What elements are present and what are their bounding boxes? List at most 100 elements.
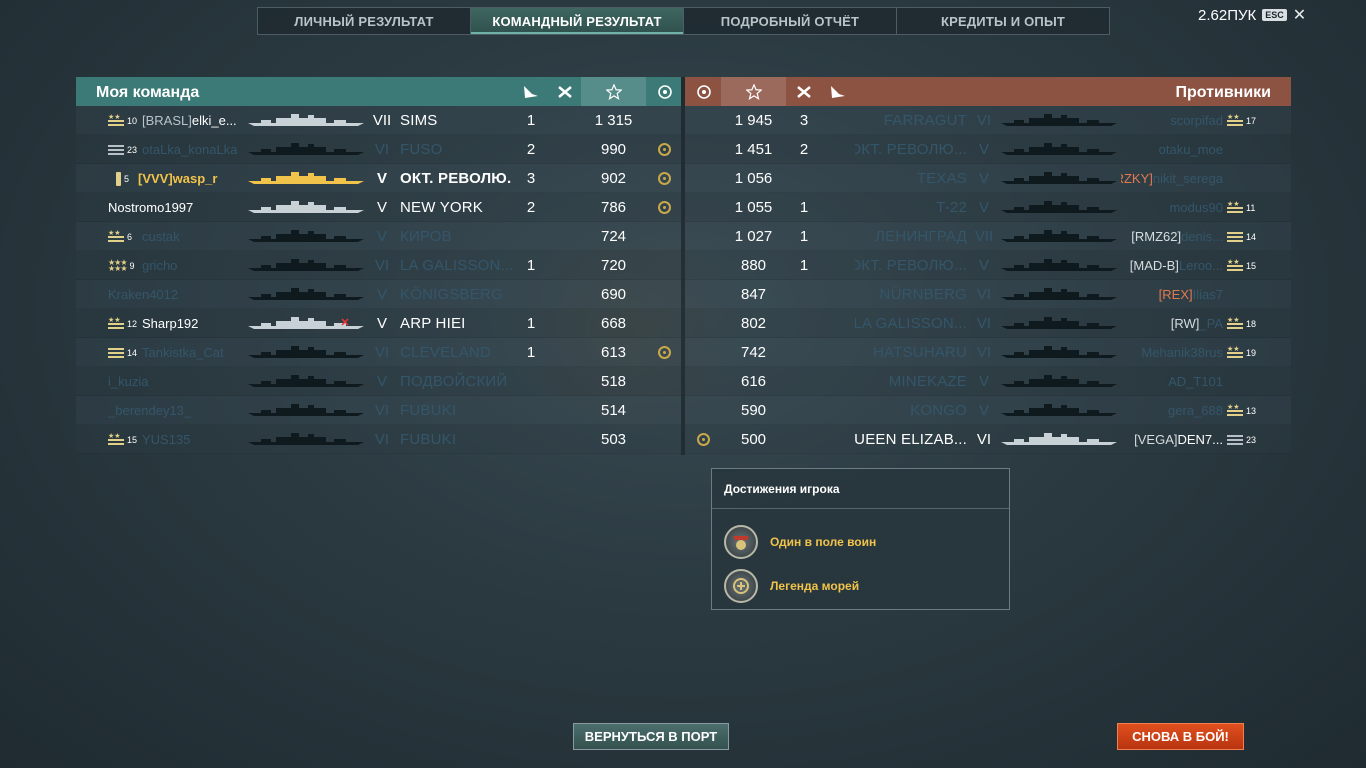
medal-icon[interactable] [648, 164, 681, 193]
plane-kills [789, 164, 819, 193]
close-icon[interactable]: ✕ [1293, 5, 1306, 25]
table-row[interactable]: 14 Tankistka_Cat VI CLEVELAND 1 613 [76, 338, 681, 367]
enemy-team-header: Противники [685, 77, 1291, 106]
achievement-item[interactable]: Легенда морей [724, 569, 859, 603]
achievements-panel: Достижения игрока Один в поле воин Леген… [711, 468, 1010, 610]
player-name[interactable]: [DRZKY]nikit_serega [1121, 164, 1223, 193]
ship-kills [823, 280, 853, 309]
ship-kill-icon[interactable] [516, 77, 546, 106]
table-row[interactable]: 616 MINEKAZE V AD_T101 [685, 367, 1291, 396]
player-name[interactable]: scorpifad [1121, 106, 1223, 135]
table-row[interactable]: 1 945 3 FARRAGUT VI scorpifad ★★ 17 [685, 106, 1291, 135]
tab-credits-xp[interactable]: КРЕДИТЫ И ОПЫТ [897, 8, 1109, 34]
player-name[interactable]: Nostromo1997 [108, 193, 240, 222]
player-name[interactable]: [RW] _PA [1121, 309, 1223, 338]
table-row[interactable]: 742 HATSUHARU VI Mehanik38rus ★★ 19 [685, 338, 1291, 367]
ship-silhouette [999, 316, 1119, 333]
achievement-item[interactable]: Один в поле воин [724, 525, 876, 559]
helm-icon[interactable] [687, 77, 720, 106]
plane-kill-icon[interactable] [789, 77, 819, 106]
medal-icon[interactable] [648, 135, 681, 164]
ship-name: CLEVELAND [400, 344, 492, 361]
base-experience: 514 [600, 402, 627, 419]
rank-stars-stripes-icon: ★★ [1227, 114, 1243, 126]
player-name[interactable]: [REX] Ilias7 [1121, 280, 1223, 309]
tab-personal-result[interactable]: ЛИЧНЫЙ РЕЗУЛЬТАТ [258, 8, 471, 34]
base-experience: 802 [740, 315, 767, 332]
base-experience: 742 [740, 344, 767, 361]
plane-kills [550, 222, 580, 251]
table-row[interactable]: 880 1 ОКТ. РЕВОЛЮ... V [MAD-B] Leroo... ★★ 15 [685, 251, 1291, 280]
table-row[interactable]: 500 QUEEN ELIZAB... VI [VEGA]DEN7... 23 [685, 425, 1291, 454]
tab-team-result[interactable]: КОМАНДНЫЙ РЕЗУЛЬТАТ [471, 8, 684, 34]
rank-insignia: ★★ 15 [1227, 251, 1256, 280]
table-row[interactable]: 590 KONGO Vgera_688 ★★ 13 [685, 396, 1291, 425]
table-row[interactable]: Nostromo1997 V NEW YORK 2 786 [76, 193, 681, 222]
player-name[interactable]: i_kuzia [108, 367, 240, 396]
table-row[interactable]: ★★ 15 YUS135 VI FUBUKI 503 [76, 425, 681, 454]
battle-again-button[interactable]: СНОВА В БОЙ! [1117, 723, 1244, 750]
player-name[interactable]: _berendey13_ [108, 396, 240, 425]
rank-stars-stripes-icon: ★★ [108, 114, 124, 126]
table-row[interactable]: ★★ 6 custak V КИРОВ 724 [76, 222, 681, 251]
ship-tier: VI [374, 431, 390, 448]
rank-bars-icon [1227, 434, 1243, 445]
ship-silhouette [246, 113, 366, 130]
ship-tier: V [376, 170, 387, 187]
ship-tier: V [376, 228, 387, 245]
credits-display: 2.62ПУК ESC ✕ [1198, 5, 1306, 25]
table-row[interactable]: 802 LA GALISSON... VI [RW] _PA ★★ 18 [685, 309, 1291, 338]
table-row[interactable]: 23 otaLka_konaLka VI FUSO 2 990 [76, 135, 681, 164]
plane-kill-icon[interactable] [550, 77, 580, 106]
plane-kills [789, 396, 819, 425]
table-row[interactable]: ★★ 10 [BRASL] elki_e... VII SIMS 1 1 315 [76, 106, 681, 135]
tab-detailed-report[interactable]: ПОДРОБНЫЙ ОТЧЁТ [684, 8, 897, 34]
ship-silhouette [246, 432, 366, 449]
medal-icon[interactable] [648, 338, 681, 367]
table-row[interactable]: ★★★ ★★★ 9 gricho VI LA GALISSON... 1 720 [76, 251, 681, 280]
esc-key-hint[interactable]: ESC [1262, 9, 1287, 21]
table-row[interactable]: 847 NÜRNBERG VI [REX] Ilias7 [685, 280, 1291, 309]
table-row[interactable]: i_kuzia V ПОДВОЙСКИЙ 518 [76, 367, 681, 396]
ship-kills [823, 135, 853, 164]
medal-icon[interactable] [648, 193, 681, 222]
ship-kills: 1 [526, 257, 536, 274]
player-nick: elki_e... [191, 113, 237, 128]
table-row[interactable]: 1 451 2 ОКТ. РЕВОЛЮ... Votaku_moe [685, 135, 1291, 164]
rank-number: 14 [127, 347, 138, 358]
base-experience: 1 315 [594, 112, 633, 129]
table-row[interactable]: ★★ 12 Sharp192 V ARP HIEI 1 668 [76, 309, 681, 338]
star-icon[interactable] [581, 77, 646, 106]
player-name[interactable]: [MAD-B] Leroo... [1121, 251, 1223, 280]
player-name[interactable]: modus90 [1121, 193, 1223, 222]
player-name[interactable]: [RMZ62] denis... [1121, 222, 1223, 251]
my-team-panel: Моя команда ★★ 10 [BRASL] elki_e... VII SIMS 1… [76, 77, 681, 455]
player-nick: Nostromo1997 [108, 200, 194, 215]
rank-insignia: ★★ 12 [108, 309, 137, 338]
return-to-port-button[interactable]: ВЕРНУТЬСЯ В ПОРТ [573, 723, 729, 750]
player-name[interactable]: Kraken4012 [108, 280, 240, 309]
ship-kill-icon[interactable] [823, 77, 853, 106]
table-row[interactable]: 5 [VVV] wasp_r V ОКТ. РЕВОЛЮ... 3 902 [76, 164, 681, 193]
ship-tier: V [376, 286, 387, 303]
player-name[interactable]: Mehanik38rus [1121, 338, 1223, 367]
player-name[interactable]: [VEGA] DEN7... [1121, 425, 1223, 454]
ship-silhouette [999, 171, 1119, 188]
table-row[interactable]: Kraken4012 V KÖNIGSBERG 690 [76, 280, 681, 309]
table-row[interactable]: 1 056 TEXAS V [DRZKY]nikit_serega [685, 164, 1291, 193]
player-name[interactable]: AD_T101 [1121, 367, 1223, 396]
medal-icon[interactable] [687, 425, 720, 454]
ship-silhouette [246, 287, 366, 304]
star-icon[interactable] [721, 77, 786, 106]
my-team-list: ★★ 10 [BRASL] elki_e... VII SIMS 1 1 315 23 otaLk… [76, 106, 681, 454]
table-row[interactable]: _berendey13_ VI FUBUKI 514 [76, 396, 681, 425]
player-name[interactable]: otaku_moe [1121, 135, 1223, 164]
rank-stars-stripes-icon: ★★ [108, 317, 124, 329]
player-nick: gricho [142, 258, 178, 273]
ship-kills [823, 164, 853, 193]
helm-icon[interactable] [648, 77, 681, 106]
table-row[interactable]: 1 027 1 ЛЕНИНГРАД VII [RMZ62] denis... 14 [685, 222, 1291, 251]
ship-kills [823, 106, 853, 135]
player-name[interactable]: gera_688 [1121, 396, 1223, 425]
table-row[interactable]: 1 055 1 T-22 Vmodus90 ★★ 11 [685, 193, 1291, 222]
